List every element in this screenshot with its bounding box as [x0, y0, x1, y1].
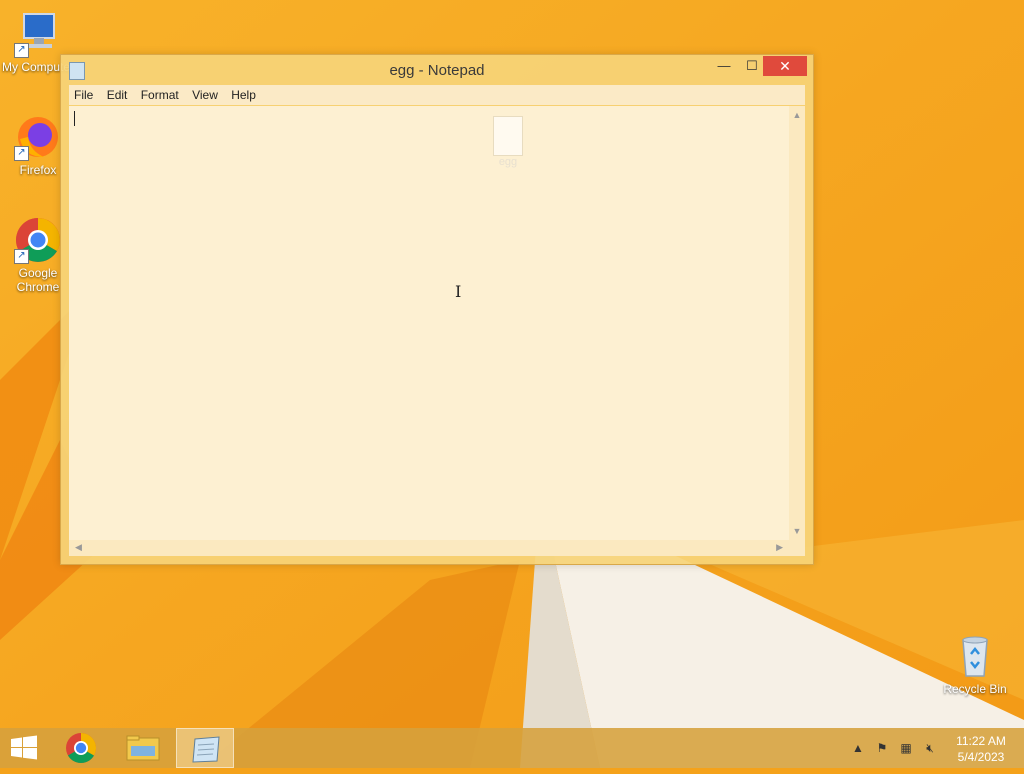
text-file-icon: [493, 116, 523, 156]
recycle-bin-icon: [951, 632, 999, 680]
clock[interactable]: 11:22 AM 5/4/2023: [946, 733, 1016, 765]
desktop-icon-label: Firefox: [19, 163, 57, 177]
start-icon: [11, 735, 37, 760]
menu-view[interactable]: View: [187, 85, 223, 105]
show-hidden-icons-icon[interactable]: ▲: [850, 741, 866, 757]
text-caret: [74, 111, 75, 126]
desktop-icon-label: Google Chrome: [16, 266, 60, 294]
start-button[interactable]: [0, 728, 48, 768]
taskbar-notepad-button[interactable]: [176, 728, 234, 768]
file-explorer-icon: [126, 735, 160, 761]
volume-muted-icon[interactable]: 🔇︎: [922, 741, 938, 757]
clock-time: 11:22 AM: [956, 734, 1006, 748]
menu-edit[interactable]: Edit: [102, 85, 133, 105]
clock-date: 5/4/2023: [957, 750, 1005, 764]
scroll-down-icon[interactable]: ▼: [792, 526, 802, 536]
title-bar[interactable]: egg - Notepad — ☐ ✕: [61, 55, 813, 85]
action-center-flag-icon[interactable]: ⚑: [874, 741, 890, 757]
taskbar-chrome-button[interactable]: [52, 728, 110, 768]
close-button[interactable]: ✕: [763, 56, 807, 76]
firefox-icon: ↗: [14, 113, 62, 161]
computer-icon: ↗: [14, 10, 62, 58]
menu-help[interactable]: Help: [226, 85, 261, 105]
notepad-window[interactable]: egg - Notepad — ☐ ✕ File Edit Format Vie…: [60, 54, 814, 565]
chrome-icon: ↗: [14, 216, 62, 264]
resize-grip[interactable]: [789, 540, 805, 556]
desktop-icon-label: Recycle Bin: [943, 682, 1007, 696]
desktop-icon-egg[interactable]: egg: [488, 116, 528, 168]
text-editor[interactable]: [69, 106, 789, 540]
shortcut-arrow-icon: ↗: [14, 249, 29, 264]
scroll-up-icon[interactable]: ▲: [792, 110, 802, 120]
vertical-scrollbar[interactable]: ▲ ▼: [789, 106, 805, 540]
notepad-icon: [192, 736, 220, 763]
menu-bar: File Edit Format View Help: [69, 85, 805, 105]
chrome-icon: [66, 733, 97, 764]
horizontal-scrollbar[interactable]: ◀ ▶: [69, 540, 789, 556]
ibeam-cursor-icon: I: [455, 282, 462, 301]
scroll-right-icon[interactable]: ▶: [776, 542, 783, 553]
minimize-button[interactable]: —: [711, 56, 737, 76]
maximize-button[interactable]: ☐: [739, 56, 765, 76]
shortcut-arrow-icon: ↗: [14, 43, 29, 58]
desktop-icon-recycle-bin[interactable]: Recycle Bin: [937, 632, 1013, 696]
window-title: egg - Notepad: [389, 62, 485, 79]
shortcut-arrow-icon: ↗: [14, 146, 29, 161]
menu-format[interactable]: Format: [136, 85, 184, 105]
scroll-left-icon[interactable]: ◀: [75, 542, 82, 553]
menu-file[interactable]: File: [69, 85, 98, 105]
desktop-icon-label: egg: [498, 156, 518, 168]
network-icon[interactable]: ▦: [898, 741, 914, 757]
taskbar: ▲ ⚑ ▦ 🔇︎ 11:22 AM 5/4/2023: [0, 728, 1024, 768]
taskbar-file-explorer-button[interactable]: [114, 728, 172, 768]
